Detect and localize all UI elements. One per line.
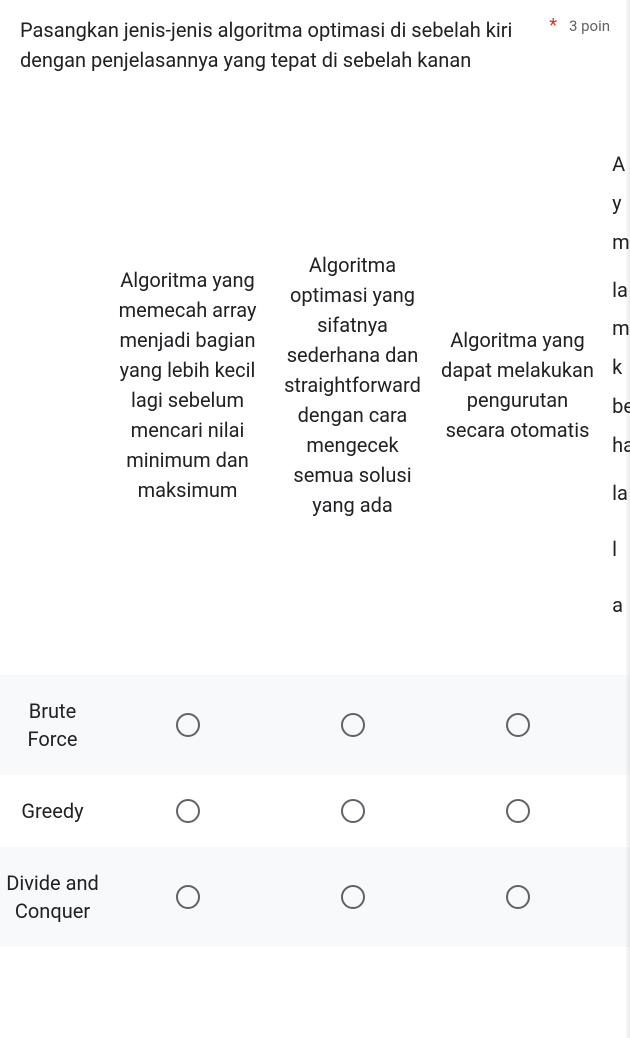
matching-grid: Algoritma yang memecah array menjadi bag… <box>0 145 630 947</box>
row-label-2: Greedy <box>6 797 99 825</box>
scroll-edge-shadow <box>626 0 630 1038</box>
table-row: Divide and Conquer <box>0 847 630 947</box>
radio-greedy-col3[interactable] <box>506 799 530 823</box>
radio-bruteforce-col2[interactable] <box>341 713 365 737</box>
question-meta: * 3 poin <box>549 15 610 36</box>
question-body: Pasangkan jenis-jenis algoritma optimasi… <box>20 18 512 72</box>
radio-greedy-col1[interactable] <box>176 799 200 823</box>
column-header-2: Algoritma optimasi yang sifatnya sederha… <box>276 250 429 520</box>
points-label: 3 poin <box>569 17 610 35</box>
radio-divide-col1[interactable] <box>176 885 200 909</box>
table-row: Greedy <box>0 775 630 847</box>
required-asterisk: * <box>549 15 557 36</box>
radio-divide-col3[interactable] <box>506 885 530 909</box>
row-label-1: Brute Force <box>6 697 99 753</box>
column-header-3: Algoritma yang dapat melakukan penguruta… <box>441 325 594 445</box>
column-header-row: Algoritma yang memecah array menjadi bag… <box>0 145 630 675</box>
table-row: Brute Force <box>0 675 630 775</box>
radio-bruteforce-col3[interactable] <box>506 713 530 737</box>
column-header-1: Algoritma yang memecah array menjadi bag… <box>111 265 264 505</box>
radio-divide-col2[interactable] <box>341 885 365 909</box>
radio-greedy-col2[interactable] <box>341 799 365 823</box>
question-header: Pasangkan jenis-jenis algoritma optimasi… <box>0 15 630 75</box>
radio-bruteforce-col1[interactable] <box>176 713 200 737</box>
question-text: Pasangkan jenis-jenis algoritma optimasi… <box>20 15 549 75</box>
row-label-3: Divide and Conquer <box>6 869 99 925</box>
